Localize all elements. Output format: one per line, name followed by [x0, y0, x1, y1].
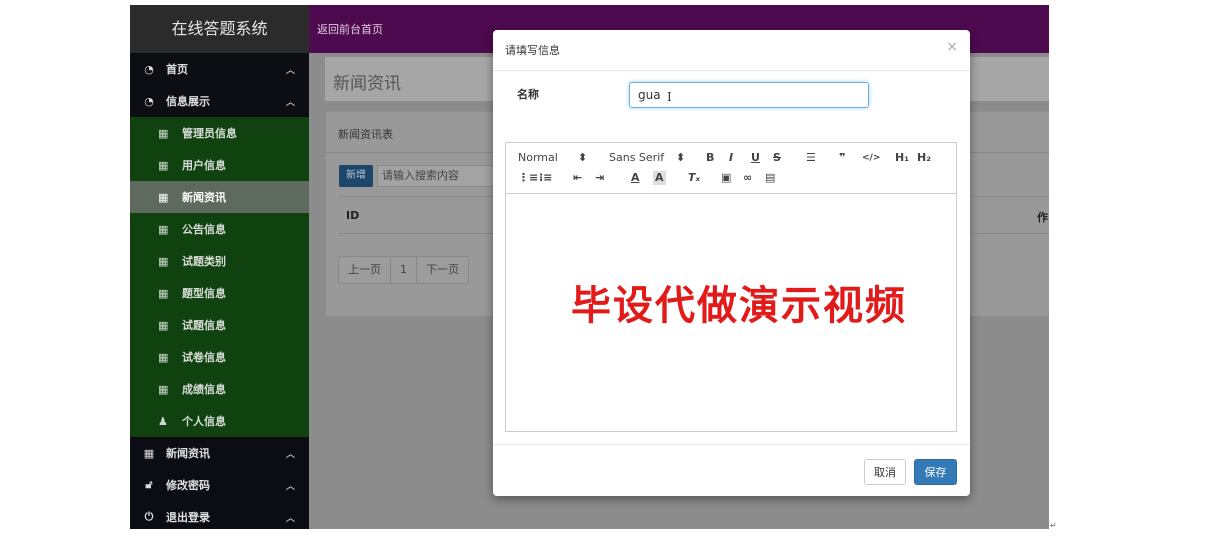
- page-number-button[interactable]: 1: [391, 257, 417, 283]
- watermark-layer: 毕设代做演示视频: [493, 193, 970, 430]
- close-icon[interactable]: ×: [946, 39, 958, 55]
- dashboard-icon: ◔: [144, 62, 154, 76]
- back-to-front-link[interactable]: 返回前台首页: [317, 21, 383, 37]
- modal-title: 请填写信息: [505, 44, 560, 57]
- h2-icon[interactable]: H₂: [917, 151, 931, 165]
- sidebar-item-label: 新闻资讯: [166, 447, 210, 460]
- dashboard-icon: ◔: [144, 94, 154, 108]
- chevron-up-icon: ︿: [285, 449, 295, 460]
- font-color-icon[interactable]: A: [631, 171, 640, 185]
- chevron-up-icon: ︿: [285, 513, 295, 524]
- align-icon[interactable]: ☰: [806, 151, 816, 165]
- code-icon[interactable]: </>: [862, 151, 880, 165]
- sidebar-item-papers[interactable]: ▦ 试卷信息: [130, 341, 309, 373]
- chevron-up-icon: ︿: [285, 97, 295, 108]
- sidebar-item-notices[interactable]: ▦ 公告信息: [130, 213, 309, 245]
- brand-title: 在线答题系统: [130, 5, 309, 53]
- text-cursor-icon: I: [667, 90, 672, 104]
- sidebar-item-users[interactable]: ▦ 用户信息: [130, 149, 309, 181]
- sidebar-item-label: 管理员信息: [182, 127, 237, 140]
- name-label: 名称: [517, 88, 539, 101]
- table-icon: ▦: [158, 382, 169, 396]
- watermark-text: 毕设代做演示视频: [571, 282, 907, 329]
- sidebar-item-label: 试题信息: [182, 319, 226, 332]
- image-icon[interactable]: ▣: [721, 171, 731, 185]
- sidebar-item-label: 退出登录: [166, 511, 210, 524]
- select-arrows-icon: ⬍: [676, 151, 686, 164]
- bullet-list-icon[interactable]: ⁝≡: [539, 171, 552, 185]
- power-icon: ⏻: [144, 510, 154, 523]
- link-icon[interactable]: ∞: [743, 171, 752, 185]
- pagination: 上一页 1 下一页: [338, 256, 469, 284]
- clean-format-icon[interactable]: Tₓ: [688, 171, 700, 185]
- select-arrows-icon: ⬍: [578, 151, 588, 164]
- sidebar-item-label: 题型信息: [182, 287, 226, 300]
- modal-header: 请填写信息 ×: [493, 30, 970, 71]
- table-icon: ▦: [158, 254, 169, 268]
- table-icon: ▦: [158, 318, 169, 332]
- sidebar-item-label: 成绩信息: [182, 383, 226, 396]
- sidebar-item-admins[interactable]: ▦ 管理员信息: [130, 117, 309, 149]
- blockquote-icon[interactable]: ❞: [839, 151, 845, 165]
- sidebar-item-questions[interactable]: ▦ 试题信息: [130, 309, 309, 341]
- table-icon: ▦: [158, 350, 169, 364]
- user-icon: ♟: [158, 414, 168, 428]
- sidebar-item-scores[interactable]: ▦ 成绩信息: [130, 373, 309, 405]
- paragraph-mark-icon: ↵: [1050, 521, 1057, 530]
- sidebar-item-question-categories[interactable]: ▦ 试题类别: [130, 245, 309, 277]
- background-color-icon[interactable]: A: [653, 171, 666, 185]
- sidebar-item-label: 个人信息: [182, 415, 226, 428]
- sidebar-item-news[interactable]: ▦ 新闻资讯: [130, 181, 309, 213]
- editor-toolbar: Normal ⬍ Sans Serif ⬍ B I U S ☰ ❞ </> H₁…: [506, 143, 956, 194]
- name-input[interactable]: [629, 82, 869, 108]
- sidebar: 在线答题系统 ◔ 首页 ︿ ◔ 信息展示 ︿ ▦ 管理员信息 ▦ 用户信息 ▦ …: [130, 5, 309, 529]
- add-button[interactable]: 新增: [339, 165, 373, 187]
- bold-icon[interactable]: B: [706, 151, 714, 165]
- indent-icon[interactable]: ⇥: [595, 171, 604, 185]
- table-icon: ▦: [158, 222, 169, 236]
- column-header-id: ID: [346, 209, 360, 222]
- prev-page-button[interactable]: 上一页: [339, 257, 391, 283]
- font-select[interactable]: Sans Serif: [609, 151, 664, 165]
- table-icon: ▦: [158, 158, 169, 172]
- sidebar-item-logout[interactable]: ⏻ 退出登录 ︿: [130, 501, 309, 529]
- sidebar-item-label: 试题类别: [182, 255, 226, 268]
- table-icon: ▦: [158, 126, 169, 140]
- modal-footer: 取消 保存: [493, 444, 970, 497]
- outdent-icon[interactable]: ⇤: [573, 171, 582, 185]
- table-icon: ▦: [158, 190, 169, 204]
- sidebar-item-label: 修改密码: [166, 479, 210, 492]
- sidebar-item-home[interactable]: ◔ 首页 ︿: [130, 53, 309, 85]
- sidebar-item-label: 用户信息: [182, 159, 226, 172]
- sidebar-item-question-types[interactable]: ▦ 题型信息: [130, 277, 309, 309]
- column-header-actions: 作: [1037, 211, 1048, 224]
- panel-title: 新闻资讯表: [338, 128, 393, 141]
- cancel-button[interactable]: 取消: [864, 459, 906, 485]
- sidebar-item-label: 信息展示: [166, 95, 210, 108]
- header-select[interactable]: Normal: [518, 151, 558, 165]
- italic-icon[interactable]: I: [729, 151, 733, 165]
- next-page-button[interactable]: 下一页: [417, 257, 468, 283]
- underline-icon[interactable]: U: [751, 151, 760, 165]
- sidebar-item-label: 首页: [166, 63, 188, 76]
- video-icon[interactable]: ▤: [765, 171, 775, 185]
- sidebar-item-label: 公告信息: [182, 223, 226, 236]
- save-button[interactable]: 保存: [914, 459, 957, 485]
- h1-icon[interactable]: H₁: [895, 151, 909, 165]
- lock-icon: 🔓︎: [145, 478, 153, 491]
- ordered-list-icon[interactable]: ⋮≡: [518, 171, 538, 185]
- page-title: 新闻资讯: [333, 74, 401, 94]
- table-icon: ▦: [158, 286, 169, 300]
- chevron-up-icon: ︿: [285, 481, 295, 492]
- sidebar-item-label: 新闻资讯: [182, 191, 226, 204]
- chevron-up-icon: ︿: [285, 65, 295, 76]
- sidebar-item-info[interactable]: ◔ 信息展示 ︿: [130, 85, 309, 117]
- sidebar-item-profile[interactable]: ♟ 个人信息: [130, 405, 309, 437]
- sidebar-item-change-password[interactable]: 🔓︎ 修改密码 ︿: [130, 469, 309, 501]
- sidebar-item-news-menu[interactable]: ▦ 新闻资讯 ︿: [130, 437, 309, 469]
- sidebar-item-label: 试卷信息: [182, 351, 226, 364]
- table-icon: ▦: [143, 446, 155, 460]
- strike-icon[interactable]: S: [773, 151, 781, 165]
